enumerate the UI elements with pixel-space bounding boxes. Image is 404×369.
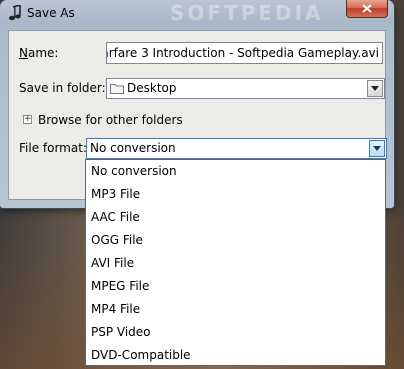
folder-icon xyxy=(110,84,124,94)
file-format-select[interactable]: No conversion xyxy=(86,138,387,159)
chevron-down-icon xyxy=(373,146,381,151)
dropdown-option-no-conversion[interactable]: No conversion xyxy=(87,160,384,183)
file-name-field[interactable]: ern Warfare 3 Introduction - Softpedia G… xyxy=(106,42,383,64)
file-format-dropdown-list: No conversion MP3 File AAC File OGG File… xyxy=(85,159,386,366)
file-name-value: ern Warfare 3 Introduction - Softpedia G… xyxy=(107,46,379,60)
folder-value: Desktop xyxy=(127,81,177,95)
dropdown-option-avi[interactable]: AVI File xyxy=(87,252,384,275)
file-format-label: File format: xyxy=(19,141,87,155)
file-format-dropdown-button[interactable] xyxy=(369,140,385,157)
browse-label: Browse for other folders xyxy=(38,113,183,127)
close-icon xyxy=(362,4,372,13)
plus-expander-icon[interactable]: + xyxy=(23,115,32,124)
file-format-value: No conversion xyxy=(90,141,176,155)
close-button[interactable] xyxy=(346,0,388,18)
name-label-accesskey: N xyxy=(19,46,28,60)
dropdown-option-dvd[interactable]: DVD-Compatible xyxy=(87,344,384,367)
title-bar[interactable]: Save As SOFTPEDIA xyxy=(0,0,394,28)
watermark-text: SOFTPEDIA xyxy=(170,1,324,25)
dropdown-option-aac[interactable]: AAC File xyxy=(87,206,384,229)
save-in-folder-label: Save in folder: xyxy=(19,81,106,95)
dropdown-option-mp4[interactable]: MP4 File xyxy=(87,298,384,321)
dropdown-option-mp3[interactable]: MP3 File xyxy=(87,183,384,206)
name-label: Name: xyxy=(19,46,58,60)
save-in-folder-combo[interactable]: Desktop xyxy=(106,78,385,99)
folder-dropdown-button[interactable] xyxy=(367,80,383,97)
window-title: Save As xyxy=(27,6,75,20)
dropdown-option-psp[interactable]: PSP Video xyxy=(87,321,384,344)
dropdown-option-ogg[interactable]: OGG File xyxy=(87,229,384,252)
name-label-rest: ame: xyxy=(27,46,59,60)
chevron-down-icon xyxy=(371,86,379,91)
music-note-icon xyxy=(9,5,21,21)
dropdown-option-mpeg[interactable]: MPEG File xyxy=(87,275,384,298)
